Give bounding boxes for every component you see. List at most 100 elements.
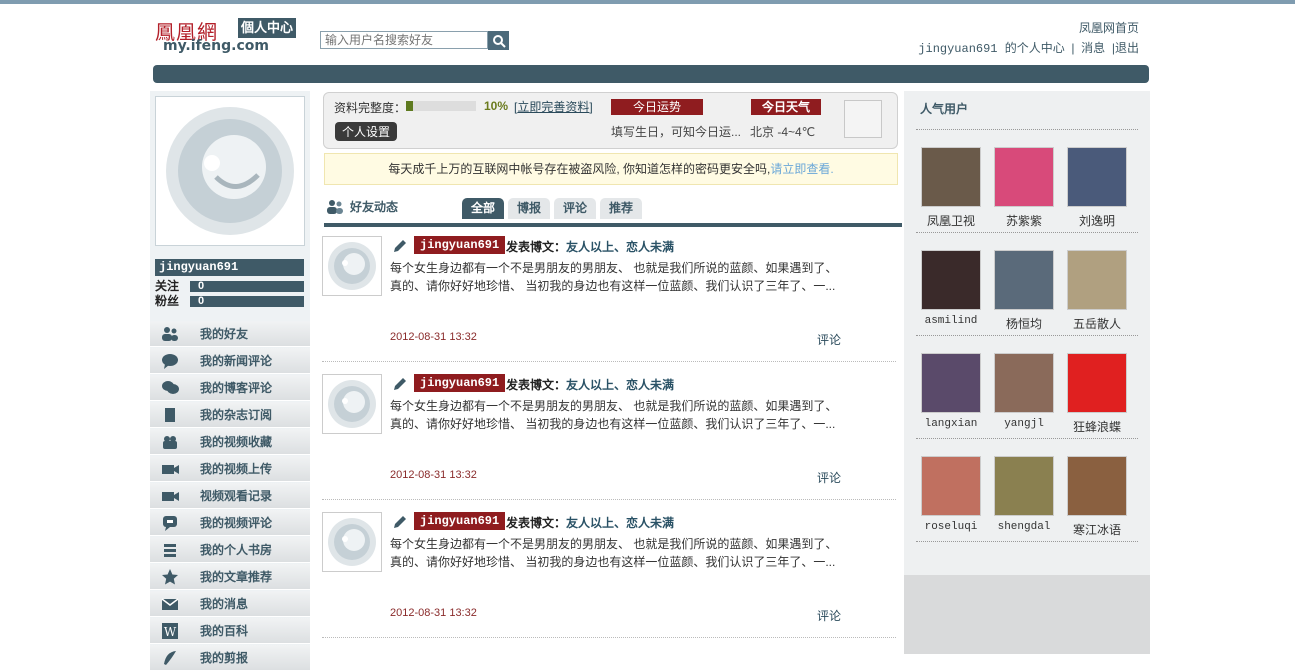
comment-link[interactable]: 评论 xyxy=(817,331,841,348)
fans-count: 0 xyxy=(190,296,304,307)
ifeng-logo[interactable]: 鳳凰網 個人中心 my.ifeng.com xyxy=(155,16,300,56)
menu-item-label: 我的剪报 xyxy=(200,651,249,665)
entry-title-link[interactable]: 友人以上、恋人未满 xyxy=(566,378,674,392)
popular-user-avatar[interactable] xyxy=(921,147,981,207)
menu-item-mail[interactable]: 我的消息 xyxy=(150,591,310,617)
menu-item-video-comment[interactable]: 我的视频评论 xyxy=(150,510,310,536)
home-link[interactable]: 凤凰网首页 xyxy=(1079,21,1139,35)
settings-button[interactable]: 个人设置 xyxy=(335,122,398,141)
username-label: jingyuan691 xyxy=(155,259,304,276)
messages-link[interactable]: 消息 xyxy=(1081,41,1105,55)
popular-user-avatar[interactable] xyxy=(1067,147,1127,207)
popular-user[interactable]: 苏紫紫 xyxy=(994,147,1054,229)
menu-item-video-upload[interactable]: 我的视频上传 xyxy=(150,456,310,482)
popular-user[interactable]: yangjl xyxy=(994,353,1054,430)
menu-item-books[interactable]: 我的个人书房 xyxy=(150,537,310,563)
menu-item-friends[interactable]: 我的好友 xyxy=(150,321,310,347)
popular-user-name[interactable]: langxian xyxy=(921,418,981,430)
popular-user-avatar[interactable] xyxy=(921,250,981,310)
popular-user[interactable]: asmilind xyxy=(921,250,981,327)
fans-label: 粉丝 xyxy=(155,294,180,308)
fans-stat[interactable]: 粉丝 0 xyxy=(155,295,304,308)
popular-user-avatar[interactable] xyxy=(994,147,1054,207)
follow-count: 0 xyxy=(190,281,304,292)
follow-label: 关注 xyxy=(155,279,180,293)
feed-tab[interactable]: 全部 xyxy=(462,198,505,219)
menu-item-label: 我的个人书房 xyxy=(200,543,273,557)
entry-avatar[interactable] xyxy=(322,236,382,296)
fortune-text[interactable]: 填写生日，可知今日运... xyxy=(611,123,741,140)
menu-item-clip[interactable]: 我的剪报 xyxy=(150,645,310,671)
completeness-bar xyxy=(406,101,476,111)
popular-user-name[interactable]: roseluqi xyxy=(921,521,981,533)
wiki-icon: W xyxy=(160,621,180,641)
entry-avatar[interactable] xyxy=(322,374,382,434)
popular-user-avatar[interactable] xyxy=(921,456,981,516)
popular-user[interactable]: 凤凰卫视 xyxy=(921,147,981,229)
entry-title-link[interactable]: 友人以上、恋人未满 xyxy=(566,516,674,530)
popular-user-avatar[interactable] xyxy=(994,250,1054,310)
popular-user[interactable]: langxian xyxy=(921,353,981,430)
menu-item-wiki[interactable]: W 我的百科 xyxy=(150,618,310,644)
popular-user-name[interactable]: 苏紫紫 xyxy=(994,212,1054,229)
search-icon xyxy=(492,34,506,48)
popular-user-name[interactable]: 刘逸明 xyxy=(1067,212,1127,229)
popular-user-avatar[interactable] xyxy=(994,456,1054,516)
notice-link[interactable]: 请立即查看. xyxy=(770,162,833,176)
popular-user-avatar[interactable] xyxy=(1067,353,1127,413)
popular-user-name[interactable]: asmilind xyxy=(921,315,981,327)
menu-item-video-history[interactable]: 视频观看记录 xyxy=(150,483,310,509)
popular-user-name[interactable]: 凤凰卫视 xyxy=(921,212,981,229)
popular-user-avatar[interactable] xyxy=(1067,456,1127,516)
search-button[interactable] xyxy=(488,31,509,50)
popular-row: roseluqi shengdal 寒江冰语 xyxy=(916,438,1138,541)
menu-item-video-collect[interactable]: 我的视频收藏 xyxy=(150,429,310,455)
popular-user-name[interactable]: 寒江冰语 xyxy=(1067,521,1127,538)
popular-user[interactable]: roseluqi xyxy=(921,456,981,533)
feed-tab[interactable]: 评论 xyxy=(554,198,597,219)
nav-bar xyxy=(153,65,1149,83)
entry-username[interactable]: jingyuan691 xyxy=(414,512,506,530)
logout-link[interactable]: 退出 xyxy=(1115,41,1139,55)
search-input[interactable] xyxy=(320,31,488,49)
popular-user[interactable]: shengdal xyxy=(994,456,1054,533)
popular-user-name[interactable]: 狂蜂浪蝶 xyxy=(1067,418,1127,435)
popular-user[interactable]: 刘逸明 xyxy=(1067,147,1127,229)
popular-user-avatar[interactable] xyxy=(921,353,981,413)
popular-user[interactable]: 寒江冰语 xyxy=(1067,456,1127,538)
entry-avatar[interactable] xyxy=(322,512,382,572)
popular-user-avatar[interactable] xyxy=(1067,250,1127,310)
fortune-button[interactable]: 今日运势 xyxy=(611,99,703,115)
pencil-icon xyxy=(394,240,406,252)
comment-link[interactable]: 评论 xyxy=(817,607,841,624)
entry-username[interactable]: jingyuan691 xyxy=(414,236,506,254)
popular-user-name[interactable]: 五岳散人 xyxy=(1067,315,1127,332)
popular-user-name[interactable]: shengdal xyxy=(994,521,1054,533)
menu-item-comment[interactable]: 我的新闻评论 xyxy=(150,348,310,374)
menu-item-magazine[interactable]: 我的杂志订阅 xyxy=(150,402,310,428)
comment-link[interactable]: 评论 xyxy=(817,469,841,486)
notice-text: 每天成千上万的互联网中帐号存在被盗风险, 你知道怎样的密码更安全吗, xyxy=(388,162,771,176)
popular-user-name[interactable]: yangjl xyxy=(994,418,1054,430)
logo-badge: 個人中心 xyxy=(238,18,297,38)
entry-username[interactable]: jingyuan691 xyxy=(414,374,506,392)
complete-profile-link[interactable]: [立即完善资料] xyxy=(514,98,593,115)
popular-row: langxian yangjl 狂蜂浪蝶 xyxy=(916,335,1138,438)
user-avatar[interactable] xyxy=(155,96,305,246)
weather-button[interactable]: 今日天气 xyxy=(751,99,821,115)
menu-item-star[interactable]: 我的文章推荐 xyxy=(150,564,310,590)
feed-tab[interactable]: 推荐 xyxy=(600,198,643,219)
popular-user-name[interactable]: 杨恒均 xyxy=(994,315,1054,332)
magazine-icon xyxy=(160,405,180,425)
popular-user[interactable]: 狂蜂浪蝶 xyxy=(1067,353,1127,435)
comment-icon xyxy=(160,351,180,371)
follow-stat[interactable]: 关注 0 xyxy=(155,280,304,293)
entry-title-link[interactable]: 友人以上、恋人未满 xyxy=(566,240,674,254)
popular-user[interactable]: 杨恒均 xyxy=(994,250,1054,332)
feed-tab[interactable]: 博报 xyxy=(508,198,551,219)
popular-user[interactable]: 五岳散人 xyxy=(1067,250,1127,332)
popular-user-avatar[interactable] xyxy=(994,353,1054,413)
menu-item-chat[interactable]: 我的博客评论 xyxy=(150,375,310,401)
friends-icon xyxy=(160,324,180,344)
user-center-link[interactable]: jingyuan691 的个人中心 xyxy=(918,42,1064,56)
